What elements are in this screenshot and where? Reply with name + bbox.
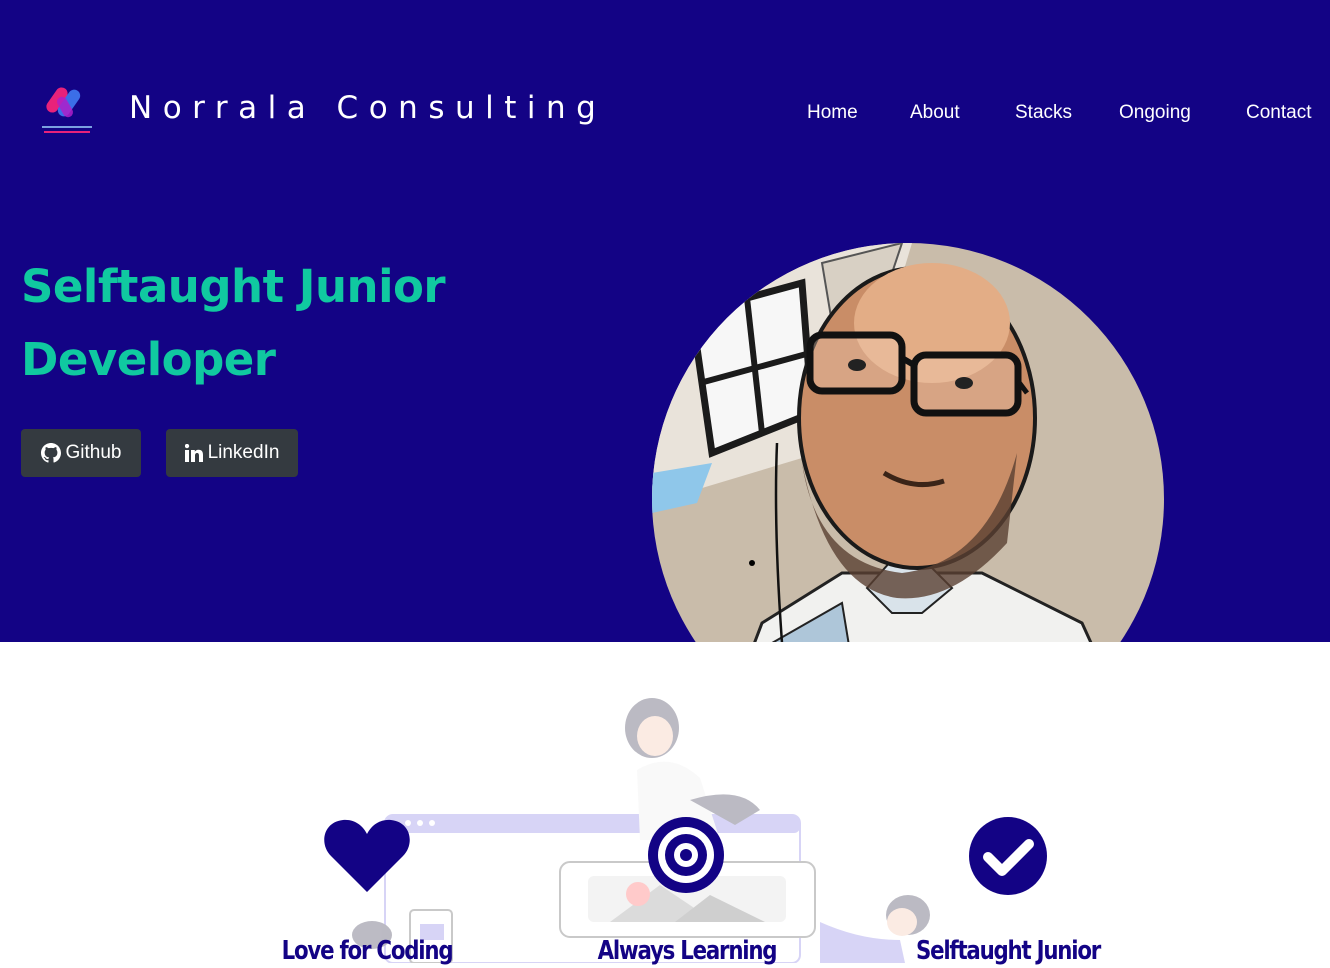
hero-section: Norrala Consulting Home About Stacks Ong…	[0, 0, 1330, 642]
nav-stacks[interactable]: Stacks	[1015, 100, 1072, 126]
linkedin-button[interactable]: LinkedIn	[166, 429, 298, 477]
nav-about[interactable]: About	[910, 100, 960, 126]
nav-ongoing[interactable]: Ongoing	[1119, 100, 1191, 126]
linkedin-icon	[184, 444, 203, 462]
check-circle-icon	[969, 817, 1047, 895]
linkedin-button-label: LinkedIn	[207, 442, 280, 463]
bullseye-icon	[648, 817, 724, 893]
hero-title-line-1: Selftaught Junior	[21, 260, 446, 313]
main-nav: Home About Stacks Ongoing Contact	[0, 100, 1330, 126]
profile-photo	[652, 243, 1164, 642]
github-button[interactable]: Github	[21, 429, 141, 477]
github-icon	[40, 443, 61, 463]
hero-title: Selftaught Junior Developer	[21, 250, 581, 396]
heart-icon	[324, 819, 410, 892]
nav-contact[interactable]: Contact	[1246, 100, 1311, 126]
nav-home[interactable]: Home	[807, 100, 858, 126]
github-button-label: Github	[65, 442, 122, 463]
hero-title-line-2: Developer	[21, 333, 276, 386]
